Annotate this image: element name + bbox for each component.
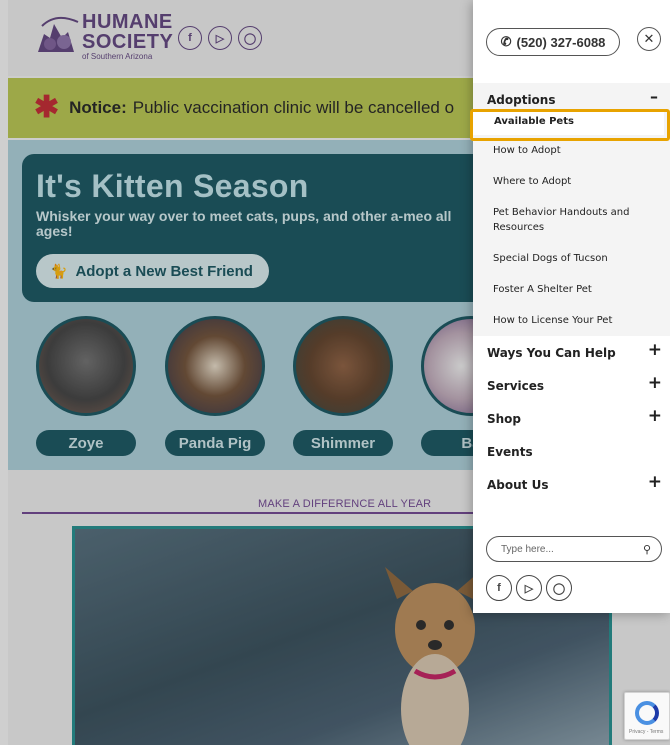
notice-label: Notice:	[69, 98, 127, 117]
submenu-item-behavior-handouts[interactable]: Pet Behavior Handouts and Resources	[473, 197, 670, 243]
close-icon: ✕	[643, 31, 655, 46]
asterisk-icon: ✱	[34, 91, 60, 124]
submenu-item-license[interactable]: How to License Your Pet	[473, 305, 670, 336]
site-logo[interactable]: HUMANE SOCIETY of Southern Arizona	[34, 12, 173, 61]
menu-item-events[interactable]: Events	[473, 435, 670, 468]
expand-icon[interactable]: +	[648, 373, 662, 393]
hero-title: It's Kitten Season	[36, 168, 309, 204]
youtube-icon[interactable]: ▷	[516, 575, 542, 601]
menu-item-label: Shop	[487, 411, 522, 426]
logo-line-region: of Southern Arizona	[82, 52, 153, 61]
facebook-icon[interactable]: f	[178, 26, 202, 50]
adoptions-submenu: Available Pets How to Adopt Where to Ado…	[473, 109, 670, 336]
focus-highlight	[470, 109, 670, 141]
logo-line-humane: HUMANE	[82, 11, 173, 33]
pet-card[interactable]: Panda Pig	[165, 316, 265, 456]
notice-text[interactable]: Public vaccination clinic will be cancel…	[133, 98, 454, 118]
submenu-item-where-to-adopt[interactable]: Where to Adopt	[473, 166, 670, 197]
pet-photo[interactable]	[293, 316, 393, 416]
menu-item-label: Ways You Can Help	[487, 345, 616, 360]
search-input[interactable]: Type here... ⚲	[486, 536, 662, 562]
collapse-icon[interactable]: –	[650, 87, 658, 106]
menu-item-shop[interactable]: Shop +	[473, 402, 670, 435]
adopt-best-friend-button[interactable]: 🐈 Adopt a New Best Friend	[36, 254, 269, 288]
pet-card[interactable]: Zoye	[36, 316, 136, 456]
submenu-item-foster[interactable]: Foster A Shelter Pet	[473, 274, 670, 305]
mobile-menu-panel: ✆ (520) 327-6088 ✕ Adoptions – Available…	[473, 0, 670, 613]
search-placeholder: Type here...	[501, 543, 554, 555]
close-menu-button[interactable]: ✕	[637, 27, 661, 51]
header-social-links: f ▷ ◯	[178, 26, 262, 50]
pet-name[interactable]: Shimmer	[293, 430, 393, 456]
submenu-item-special-dogs[interactable]: Special Dogs of Tucson	[473, 243, 670, 274]
facebook-icon[interactable]: f	[486, 575, 512, 601]
search-icon[interactable]: ⚲	[643, 543, 651, 556]
phone-number: (520) 327-6088	[516, 34, 606, 50]
pet-name[interactable]: Panda Pig	[165, 430, 265, 456]
instagram-icon[interactable]: ◯	[546, 575, 572, 601]
adopt-button-label: Adopt a New Best Friend	[75, 262, 253, 280]
cat-icon: 🐈	[50, 262, 68, 279]
logo-line-society: SOCIETY	[82, 31, 174, 53]
section-divider	[22, 512, 492, 514]
hero-card: It's Kitten Season Whisker your way over…	[22, 154, 492, 302]
recaptcha-badge[interactable]: Privacy - Terms	[624, 692, 670, 740]
menu-social-links: f ▷ ◯	[486, 575, 572, 601]
menu-item-adoptions[interactable]: Adoptions –	[473, 83, 670, 109]
menu-item-label: About Us	[487, 477, 549, 492]
menu-item-label: Events	[487, 444, 533, 459]
menu-item-services[interactable]: Services +	[473, 369, 670, 402]
pet-name[interactable]: Zoye	[36, 430, 136, 456]
instagram-icon[interactable]: ◯	[238, 26, 262, 50]
phone-icon: ✆	[500, 34, 512, 49]
menu-item-about-us[interactable]: About Us +	[473, 468, 670, 501]
menu-item-label: Adoptions	[487, 93, 556, 107]
expand-icon[interactable]: +	[648, 406, 662, 426]
logo-text: HUMANE SOCIETY of Southern Arizona	[82, 12, 173, 61]
logo-animals-icon	[38, 16, 79, 52]
pet-photo[interactable]	[165, 316, 265, 416]
hero-subtitle: Whisker your way over to meet cats, pups…	[36, 208, 452, 240]
menu-item-label: Services	[487, 378, 545, 393]
youtube-icon[interactable]: ▷	[208, 26, 232, 50]
section-heading: MAKE A DIFFERENCE ALL YEAR	[258, 498, 432, 510]
expand-icon[interactable]: +	[648, 340, 662, 360]
recaptcha-icon	[635, 701, 659, 725]
pet-card[interactable]: Shimmer	[293, 316, 393, 456]
recaptcha-links: Privacy - Terms	[629, 729, 664, 735]
menu-item-ways-to-help[interactable]: Ways You Can Help +	[473, 336, 670, 369]
menu-list: Adoptions – Available Pets How to Adopt …	[473, 83, 670, 501]
expand-icon[interactable]: +	[648, 472, 662, 492]
pet-photo[interactable]	[36, 316, 136, 416]
phone-button[interactable]: ✆ (520) 327-6088	[486, 28, 620, 56]
